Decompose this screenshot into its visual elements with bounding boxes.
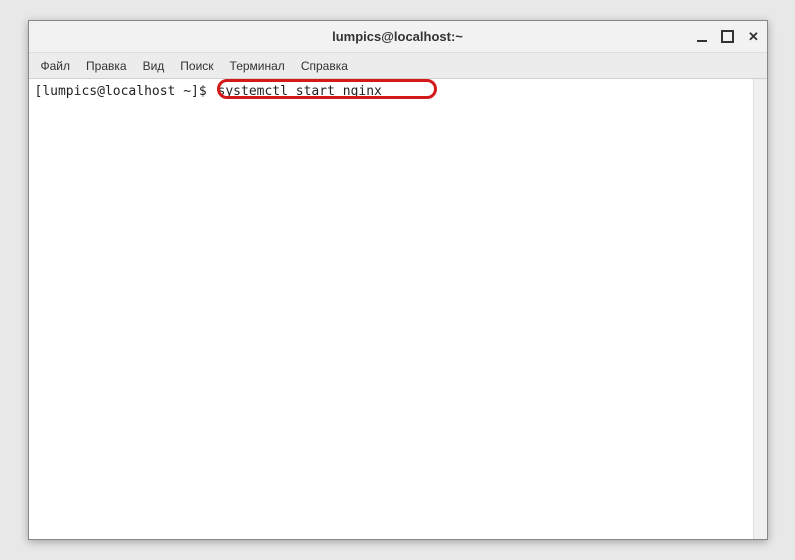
command-text: systemctl start nginx [215,84,385,99]
menu-help[interactable]: Справка [293,55,356,77]
menu-search[interactable]: Поиск [172,55,221,77]
window-controls: ✕ [695,30,761,44]
menu-view[interactable]: Вид [135,55,173,77]
terminal-window: lumpics@localhost:~ ✕ Файл Правка Вид По… [28,20,768,540]
scrollbar[interactable] [753,79,767,539]
prompt: [lumpics@localhost ~]$ [35,84,215,99]
menubar: Файл Правка Вид Поиск Терминал Справка [29,53,767,79]
titlebar: lumpics@localhost:~ ✕ [29,21,767,53]
menu-terminal[interactable]: Терминал [222,55,293,77]
window-title: lumpics@localhost:~ [332,29,463,44]
menu-file[interactable]: Файл [33,55,79,77]
minimize-button[interactable] [695,30,709,44]
maximize-button[interactable] [721,30,735,44]
terminal-line: [lumpics@localhost ~]$ systemctl start n… [35,83,761,101]
terminal-body[interactable]: [lumpics@localhost ~]$ systemctl start n… [29,79,767,539]
close-button[interactable]: ✕ [747,30,761,44]
menu-edit[interactable]: Правка [78,55,135,77]
